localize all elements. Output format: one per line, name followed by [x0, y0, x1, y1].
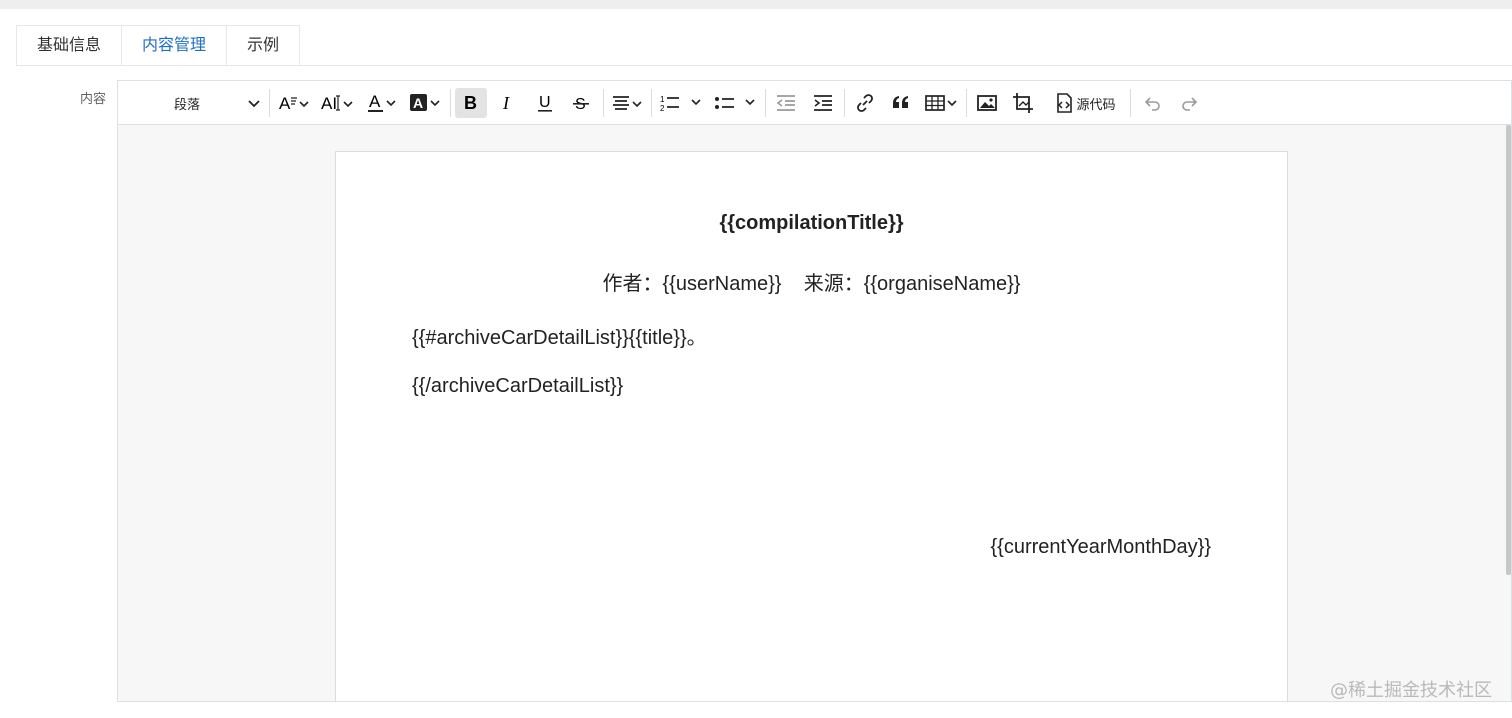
tabs-divider: [16, 65, 1512, 66]
bullet-list-button[interactable]: [712, 88, 760, 118]
document-date[interactable]: {{currentYearMonthDay}}: [990, 536, 1211, 559]
toolbar-separator: [603, 89, 604, 117]
crop-image-button[interactable]: [1008, 88, 1038, 118]
bullet-list-icon: [713, 93, 759, 113]
ordered-list-button[interactable]: 12: [658, 88, 706, 118]
editor-toolbar: 段落 A AI A A B I U 1 2 源代码: [118, 81, 1511, 125]
document-page[interactable]: {{compilationTitle}} 作者：{{userName}} 来源：…: [335, 151, 1288, 701]
svg-text:AI: AI: [321, 94, 337, 113]
underline-button[interactable]: U: [529, 88, 561, 118]
letter-spacing-button[interactable]: AI: [320, 88, 356, 118]
svg-text:A: A: [413, 95, 423, 111]
font-size-button[interactable]: A: [278, 88, 312, 118]
table-button[interactable]: [924, 88, 960, 118]
crop-image-icon: [1012, 92, 1034, 114]
block-format-label: 段落: [174, 96, 201, 112]
tab-content-management[interactable]: 内容管理: [122, 26, 228, 66]
toolbar-separator: [1130, 89, 1131, 117]
bold-button[interactable]: B: [455, 88, 487, 118]
toolbar-separator: [765, 89, 766, 117]
tab-bar: 基础信息 内容管理 示例: [16, 25, 301, 66]
rich-text-editor: 段落 A AI A A B I U 1 2 源代码 {{compilationT…: [117, 80, 1512, 702]
undo-button[interactable]: [1138, 88, 1168, 118]
source-code-button[interactable]: 源代码: [1050, 88, 1120, 118]
svg-text:U: U: [539, 94, 551, 111]
document-loop-end[interactable]: {{/archiveCarDetailList}}: [412, 375, 623, 398]
document-author-line[interactable]: 作者：{{userName}} 来源：{{organiseName}}: [336, 267, 1287, 296]
document-title[interactable]: {{compilationTitle}}: [336, 212, 1287, 235]
font-color-button[interactable]: A: [366, 88, 400, 118]
highlight-color-button[interactable]: A: [408, 88, 444, 118]
outdent-button[interactable]: [771, 88, 801, 118]
font-size-icon: A: [279, 93, 311, 113]
content-field-label: 内容: [79, 91, 106, 106]
editor-canvas: {{compilationTitle}} 作者：{{userName}} 来源：…: [118, 125, 1511, 701]
block-format-select[interactable]: 段落: [166, 90, 260, 116]
toolbar-separator: [450, 89, 451, 117]
strikethrough-icon: S: [572, 93, 590, 113]
indent-icon: [812, 93, 834, 113]
svg-text:I: I: [502, 93, 510, 113]
svg-text:A: A: [279, 94, 291, 113]
highlight-color-icon: A: [409, 92, 443, 114]
link-button[interactable]: [850, 88, 880, 118]
toolbar-separator: [844, 89, 845, 117]
source-code-icon: [1054, 92, 1074, 114]
watermark: @稀土掘金技术社区: [1330, 680, 1492, 701]
italic-icon: I: [499, 93, 517, 113]
chevron-down-icon: [248, 96, 260, 111]
letter-spacing-icon: AI: [321, 93, 355, 113]
indent-button[interactable]: [808, 88, 838, 118]
outdent-icon: [775, 93, 797, 113]
tab-example[interactable]: 示例: [227, 26, 300, 66]
undo-icon: [1143, 93, 1163, 113]
underline-icon: U: [536, 92, 554, 114]
blockquote-button[interactable]: [886, 88, 916, 118]
blockquote-icon: [891, 93, 911, 113]
link-icon: [855, 93, 875, 113]
strikethrough-button[interactable]: S: [565, 88, 597, 118]
svg-text:A: A: [369, 92, 381, 111]
align-button[interactable]: [610, 88, 646, 118]
tab-basic-info[interactable]: 基础信息: [17, 26, 123, 66]
svg-text:1: 1: [660, 95, 665, 104]
image-button[interactable]: [972, 88, 1002, 118]
svg-text:2: 2: [660, 104, 665, 113]
table-icon: [925, 93, 959, 113]
editor-scrollbar[interactable]: [1506, 125, 1511, 575]
redo-icon: [1179, 93, 1199, 113]
italic-button[interactable]: I: [492, 88, 524, 118]
align-icon: [611, 93, 645, 113]
top-strip: [0, 0, 1512, 9]
toolbar-separator: [966, 89, 967, 117]
image-icon: [977, 93, 997, 113]
font-color-icon: A: [367, 92, 399, 114]
svg-text:B: B: [464, 93, 477, 113]
toolbar-separator: [269, 89, 270, 117]
redo-button[interactable]: [1174, 88, 1204, 118]
document-loop-start[interactable]: {{#archiveCarDetailList}}{{title}}。: [412, 321, 707, 350]
toolbar-separator: [651, 89, 652, 117]
ordered-list-icon: 12: [659, 93, 705, 113]
bold-icon: B: [462, 93, 480, 113]
source-code-label: 源代码: [1076, 96, 1116, 112]
